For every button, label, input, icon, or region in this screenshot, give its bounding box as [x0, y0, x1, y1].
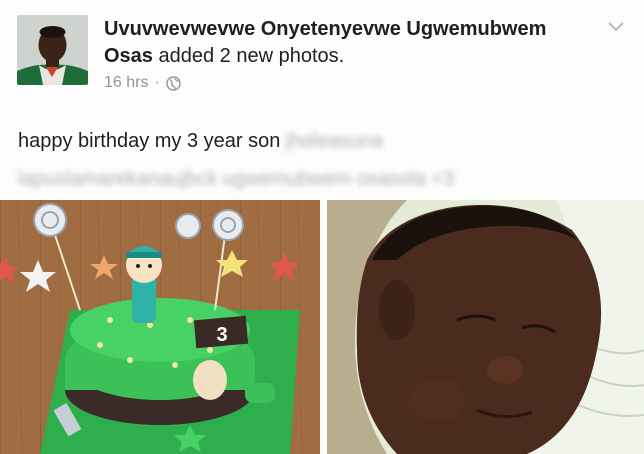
- post-caption: happy birthday my 3 year son jholeasuna …: [18, 122, 628, 198]
- photo-cake[interactable]: 3: [0, 200, 320, 454]
- caption-text: happy birthday my 3 year son: [18, 130, 281, 152]
- photo-baby[interactable]: [327, 200, 644, 454]
- post-header: Uvuvwevwevwe Onyetenyevwe Ugwemubwem Osa…: [104, 16, 584, 92]
- avatar-image: [17, 15, 88, 85]
- caption-line-1: happy birthday my 3 year son jholeasuna: [18, 122, 628, 160]
- avatar[interactable]: [17, 15, 88, 85]
- globe-icon[interactable]: [166, 75, 181, 91]
- caption-blurred-name: jholeasuna: [285, 130, 383, 152]
- facebook-post: Uvuvwevwevwe Onyetenyevwe Ugwemubwem Osa…: [0, 0, 644, 454]
- post-meta: 16 hrs ·: [104, 74, 584, 92]
- timestamp[interactable]: 16 hrs: [104, 74, 148, 92]
- meta-separator: ·: [154, 74, 160, 91]
- post-action: added 2 new photos.: [158, 45, 345, 67]
- baby-image: [327, 200, 644, 454]
- cake-image: 3: [0, 200, 320, 454]
- chevron-down-icon[interactable]: [606, 20, 626, 34]
- caption-blurred-text: lapuslamarekanaujbck ugwemubwem osasola …: [18, 168, 455, 190]
- author-line: Uvuvwevwevwe Onyetenyevwe Ugwemubwem Osa…: [104, 16, 584, 70]
- cake-topper-number: 3: [216, 324, 227, 346]
- caption-line-2: lapuslamarekanaujbck ugwemubwem osasola …: [18, 160, 628, 198]
